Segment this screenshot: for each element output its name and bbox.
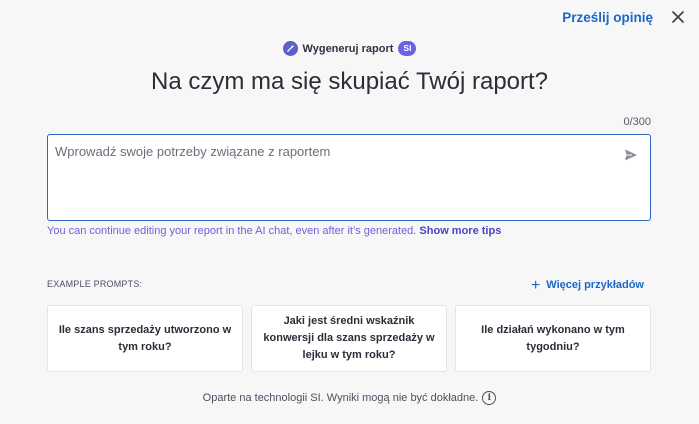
example-cards: Ile szans sprzedaży utworzono w tym roku…: [47, 305, 651, 372]
footer: Oparte na technologii SI. Wyniki mogą ni…: [0, 391, 699, 405]
feedback-link[interactable]: Prześlij opinię: [562, 10, 653, 25]
ai-badge: SI: [398, 41, 417, 56]
more-examples-label: Więcej przykładów: [546, 279, 644, 291]
page-title: Na czym ma się skupiać Twój raport?: [150, 68, 549, 95]
show-more-tips-link[interactable]: Show more tips: [419, 225, 501, 237]
top-bar: Prześlij opinię: [562, 8, 687, 26]
plus-icon: +: [530, 276, 541, 294]
more-examples-button[interactable]: + Więcej przykładów: [530, 276, 644, 294]
info-icon[interactable]: i: [482, 391, 497, 405]
example-card[interactable]: Ile działań wykonano w tym tygodniu?: [455, 305, 651, 372]
send-icon[interactable]: [624, 148, 638, 162]
prompt-input-box: [47, 134, 651, 221]
generate-report-pill: Wygeneruj raport SI: [0, 41, 699, 56]
hint-message: You can continue editing your report in …: [47, 225, 417, 237]
prompt-input[interactable]: [48, 135, 608, 205]
example-card[interactable]: Ile szans sprzedaży utworzono w tym roku…: [47, 305, 243, 372]
footer-disclaimer: Oparte na technologii SI. Wyniki mogą ni…: [202, 392, 479, 404]
pill-label: Wygeneruj raport: [302, 42, 394, 55]
example-prompts-label: EXAMPLE PROMPTS:: [47, 279, 143, 289]
magic-wand-icon: [282, 41, 298, 56]
example-card[interactable]: Jaki jest średni wskaźnik konwersji dla …: [251, 305, 447, 372]
close-icon[interactable]: [669, 8, 687, 26]
character-counter: 0/300: [623, 116, 651, 128]
hint-text: You can continue editing your report in …: [47, 225, 501, 237]
